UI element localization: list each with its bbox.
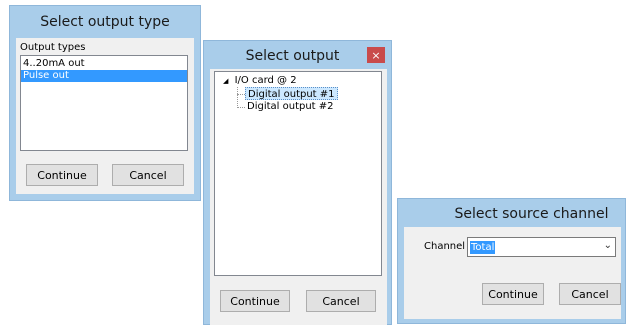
continue-button[interactable]: Continue <box>220 290 290 312</box>
output-types-listbox[interactable]: 4..20mA out Pulse out <box>20 55 188 151</box>
dialog-client: Channel Total ⌄ Continue Cancel <box>404 227 621 319</box>
list-item[interactable]: 4..20mA out <box>21 58 187 70</box>
dialog-client: Output types 4..20mA out Pulse out Conti… <box>16 38 194 194</box>
continue-button[interactable]: Continue <box>26 164 98 186</box>
continue-button[interactable]: Continue <box>482 283 544 305</box>
select-output-dialog: Select output × ◢ I/O card @ 2 Digital o… <box>203 40 392 325</box>
select-source-channel-dialog: Select source channel Channel Total ⌄ Co… <box>397 198 626 324</box>
output-tree[interactable]: ◢ I/O card @ 2 Digital output #1 Digital… <box>214 71 382 276</box>
tree-item-digital-output-2[interactable]: Digital output #2 <box>245 100 336 113</box>
list-item[interactable]: Pulse out <box>21 70 187 82</box>
chevron-down-icon[interactable]: ⌄ <box>604 240 612 251</box>
collapse-triangle-icon[interactable]: ◢ <box>223 77 228 85</box>
channel-label: Channel <box>424 241 466 252</box>
channel-value: Total <box>470 241 496 254</box>
cancel-button[interactable]: Cancel <box>112 164 184 186</box>
dialog-title: Select source channel <box>454 206 609 222</box>
tree-connector <box>237 107 245 108</box>
close-icon[interactable]: × <box>367 47 385 63</box>
dialog-title: Select output <box>245 48 340 64</box>
dialog-client: ◢ I/O card @ 2 Digital output #1 Digital… <box>210 69 387 325</box>
channel-dropdown[interactable]: Total ⌄ <box>467 237 616 257</box>
dialog-title: Select output type <box>40 14 170 30</box>
tree-root[interactable]: ◢ I/O card @ 2 <box>223 74 297 88</box>
output-types-label: Output types <box>20 42 86 53</box>
tree-connector <box>237 94 245 95</box>
tree-root-label: I/O card @ 2 <box>234 75 297 86</box>
tree-item-digital-output-1[interactable]: Digital output #1 <box>245 87 338 100</box>
cancel-button[interactable]: Cancel <box>559 283 621 305</box>
tree-connector <box>237 87 239 106</box>
cancel-button[interactable]: Cancel <box>306 290 376 312</box>
select-output-type-dialog: Select output type Output types 4..20mA … <box>9 5 201 201</box>
